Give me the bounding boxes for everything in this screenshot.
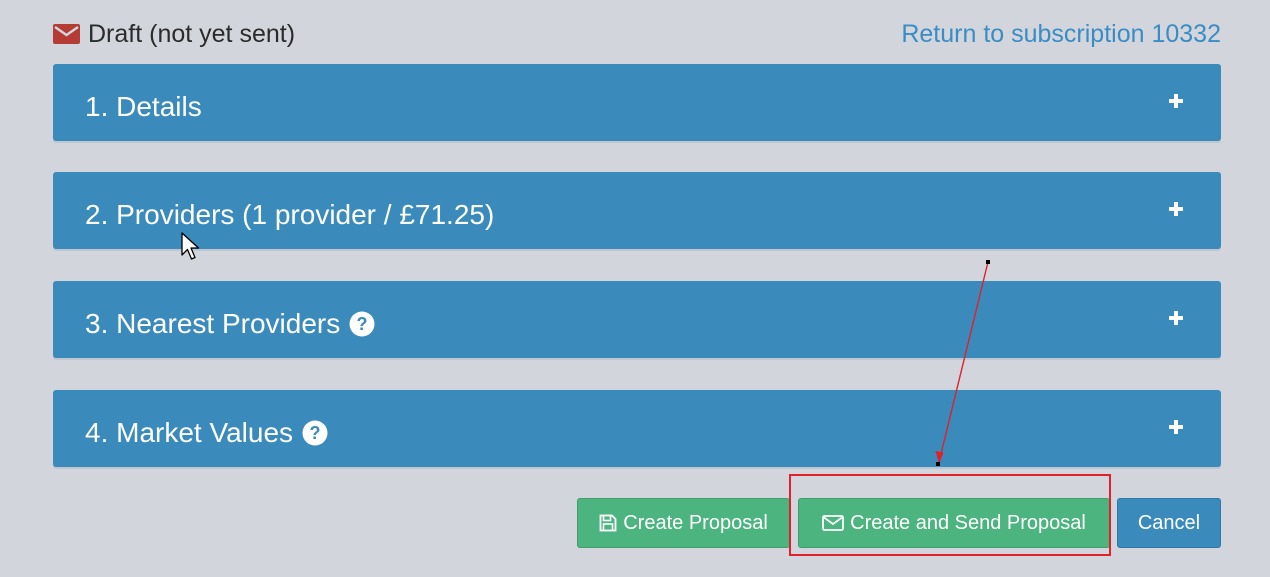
panel-details-title: 1. Details: [85, 64, 202, 141]
expand-plus-icon[interactable]: [1169, 94, 1183, 108]
create-proposal-label: Create Proposal: [623, 511, 768, 534]
panel-providers[interactable]: 2. Providers (1 provider / £71.25): [53, 172, 1221, 249]
panel-nearest-providers-title: 3. Nearest Providers ?: [85, 281, 375, 358]
svg-text:?: ?: [310, 423, 321, 443]
panel-nearest-providers-label: 3. Nearest Providers: [85, 308, 341, 339]
panel-market-values-label: 4. Market Values: [85, 417, 294, 448]
panel-details[interactable]: 1. Details: [53, 64, 1221, 141]
svg-text:?: ?: [357, 314, 368, 334]
panel-providers-label: 2. Providers (1 provider / £71.25): [85, 199, 495, 230]
expand-plus-icon[interactable]: [1169, 202, 1183, 216]
question-circle-icon[interactable]: ?: [349, 311, 375, 337]
status-label: Draft (not yet sent): [88, 19, 296, 48]
panel-market-values[interactable]: 4. Market Values ?: [53, 390, 1221, 467]
expand-plus-icon[interactable]: [1169, 420, 1183, 434]
floppy-disk-icon: [599, 514, 617, 532]
create-proposal-button[interactable]: Create Proposal: [577, 498, 790, 548]
expand-plus-icon[interactable]: [1169, 311, 1183, 325]
question-circle-icon[interactable]: ?: [302, 420, 328, 446]
panel-details-label: 1. Details: [85, 91, 202, 122]
panel-market-values-title: 4. Market Values ?: [85, 390, 328, 467]
cancel-button[interactable]: Cancel: [1117, 498, 1221, 548]
envelope-outline-icon: [822, 515, 845, 531]
envelope-icon: [53, 24, 80, 44]
create-and-send-proposal-label: Create and Send Proposal: [850, 511, 1086, 534]
create-and-send-proposal-button[interactable]: Create and Send Proposal: [798, 498, 1110, 548]
cancel-label: Cancel: [1137, 511, 1201, 534]
return-to-subscription-link[interactable]: Return to subscription 10332: [901, 18, 1221, 50]
panel-nearest-providers[interactable]: 3. Nearest Providers ?: [53, 281, 1221, 358]
panel-providers-title: 2. Providers (1 provider / £71.25): [85, 172, 494, 249]
mouse-cursor-icon: [181, 232, 200, 260]
proposal-status: Draft (not yet sent): [53, 18, 295, 50]
